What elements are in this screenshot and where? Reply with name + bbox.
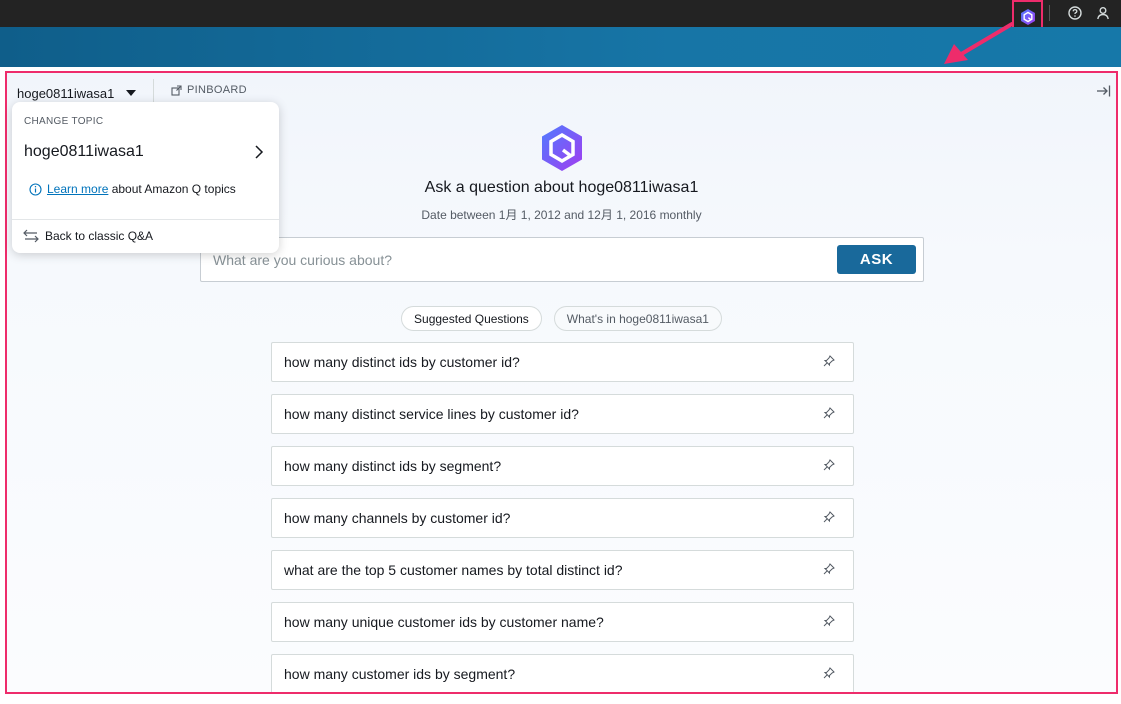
- suggested-question-item[interactable]: how many customer ids by segment?: [271, 654, 854, 692]
- amazon-q-icon: [1020, 8, 1035, 25]
- suggested-question-text: how many unique customer ids by customer…: [284, 614, 604, 630]
- suggested-question-text: how many distinct ids by customer id?: [284, 354, 520, 370]
- external-link-icon: [171, 84, 182, 96]
- question-search-box: ASK: [200, 237, 924, 282]
- suggested-question-text: how many distinct service lines by custo…: [284, 406, 579, 422]
- pin-icon[interactable]: [823, 563, 835, 575]
- pin-icon[interactable]: [823, 511, 835, 523]
- suggested-questions-list: how many distinct ids by customer id? ho…: [271, 342, 854, 692]
- question-input[interactable]: [213, 238, 813, 281]
- topic-selector-label: hoge0811iwasa1: [17, 85, 115, 101]
- suggested-question-item[interactable]: how many channels by customer id?: [271, 498, 854, 538]
- learn-more-link[interactable]: Learn more: [47, 182, 108, 196]
- chevron-right-icon[interactable]: [253, 144, 265, 160]
- suggested-question-item[interactable]: what are the top 5 customer names by tot…: [271, 550, 854, 590]
- back-to-classic-qa-button[interactable]: Back to classic Q&A: [23, 229, 153, 243]
- toolbar-separator: [153, 79, 154, 103]
- tab-suggested-questions[interactable]: Suggested Questions: [401, 306, 542, 331]
- suggested-question-text: what are the top 5 customer names by tot…: [284, 562, 623, 578]
- suggested-question-item[interactable]: how many distinct ids by customer id?: [271, 342, 854, 382]
- collapse-panel-icon[interactable]: [1095, 83, 1111, 99]
- change-topic-dropdown: CHANGE TOPIC hoge0811iwasa1 Learn more a…: [12, 102, 279, 253]
- learn-more-suffix: about Amazon Q topics: [108, 182, 236, 196]
- caret-down-icon: [126, 90, 137, 96]
- suggested-question-text: how many distinct ids by segment?: [284, 458, 502, 474]
- learn-more-text: Learn more about Amazon Q topics: [47, 182, 236, 196]
- suggested-question-item[interactable]: how many unique customer ids by customer…: [271, 602, 854, 642]
- pinboard-label: PINBOARD: [187, 84, 247, 96]
- pin-icon[interactable]: [823, 407, 835, 419]
- learn-more-row: Learn more about Amazon Q topics: [29, 182, 236, 196]
- tab-whats-in-topic[interactable]: What's in hoge0811iwasa1: [553, 306, 722, 331]
- topic-selector[interactable]: hoge0811iwasa1: [17, 83, 137, 103]
- suggested-question-text: how many customer ids by segment?: [284, 666, 516, 682]
- pin-icon[interactable]: [823, 615, 835, 627]
- ask-button[interactable]: ASK: [837, 245, 916, 274]
- amazon-q-logo-icon: [542, 125, 582, 171]
- swap-arrows-icon: [23, 229, 39, 243]
- suggested-question-item[interactable]: how many distinct service lines by custo…: [271, 394, 854, 434]
- suggested-question-item[interactable]: how many distinct ids by segment?: [271, 446, 854, 486]
- back-to-classic-qa-label: Back to classic Q&A: [45, 229, 154, 243]
- pinboard-button[interactable]: PINBOARD: [171, 84, 247, 96]
- current-topic-item[interactable]: hoge0811iwasa1: [24, 143, 144, 161]
- pin-icon[interactable]: [823, 459, 835, 471]
- user-icon[interactable]: [1094, 4, 1112, 22]
- pin-icon[interactable]: [823, 355, 835, 367]
- dropdown-divider: [12, 219, 279, 220]
- dropdown-header: CHANGE TOPIC: [24, 116, 104, 127]
- question-tabs: Suggested Questions What's in hoge0811iw…: [7, 306, 1116, 331]
- suggested-question-text: how many channels by customer id?: [284, 510, 511, 526]
- topbar-separator: [1049, 5, 1050, 21]
- help-icon[interactable]: [1066, 4, 1084, 22]
- pin-icon[interactable]: [823, 667, 835, 679]
- info-icon: [29, 182, 42, 196]
- annotation-arrow-icon: [944, 22, 1014, 64]
